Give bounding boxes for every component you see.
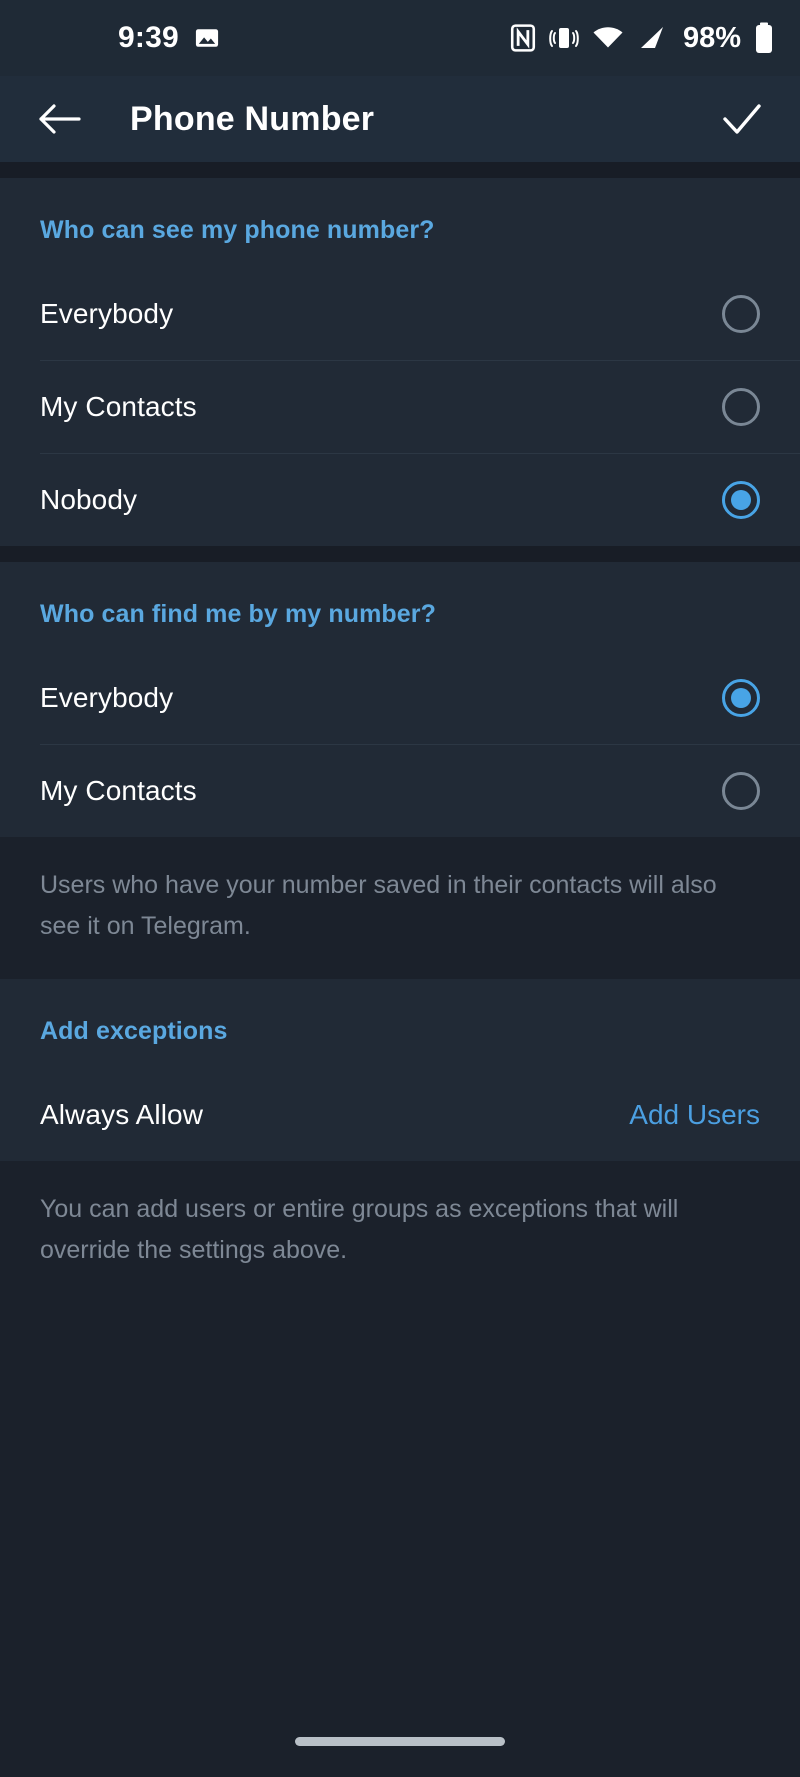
- checkmark-icon: [720, 101, 764, 137]
- cellular-signal-icon: [637, 24, 667, 52]
- footer-note-add-exceptions: You can add users or entire groups as ex…: [0, 1161, 800, 1303]
- section-gap-top: [0, 162, 800, 178]
- status-bar-right: 98%: [510, 22, 774, 55]
- footer-note-find-by-number: Users who have your number saved in thei…: [0, 837, 800, 979]
- radio-button-selected[interactable]: [722, 480, 760, 519]
- radio-button-unselected[interactable]: [722, 771, 760, 810]
- option-label: My Contacts: [40, 390, 197, 422]
- option-label: My Contacts: [40, 774, 197, 806]
- empty-space: [0, 1303, 800, 1705]
- back-button[interactable]: [30, 90, 88, 148]
- settings-content: Who can see my phone number? Everybody M…: [0, 162, 800, 1705]
- option-row-see-everybody[interactable]: Everybody: [0, 267, 800, 360]
- radio-button-selected[interactable]: [722, 678, 760, 717]
- arrow-left-icon: [37, 101, 81, 137]
- page-title: Phone Number: [130, 99, 375, 138]
- home-gesture-pill[interactable]: [295, 1736, 505, 1746]
- photo-icon: [193, 24, 221, 52]
- section-find-by-number: Who can find me by my number? Everybody …: [0, 562, 800, 837]
- option-label: Everybody: [40, 681, 174, 713]
- wifi-icon: [592, 24, 624, 52]
- vibrate-icon: [549, 24, 579, 52]
- status-bar: 9:39 98%: [0, 0, 800, 76]
- status-bar-clock: 9:39: [118, 21, 179, 54]
- section-gap-1: [0, 546, 800, 562]
- always-allow-label: Always Allow: [40, 1098, 204, 1130]
- phone-screen: 9:39 98% Phone Number Who can see my pho…: [0, 0, 800, 1777]
- option-label: Everybody: [40, 297, 174, 329]
- nfc-icon: [510, 24, 536, 52]
- option-row-see-nobody[interactable]: Nobody: [0, 453, 800, 546]
- option-row-find-my-contacts[interactable]: My Contacts: [0, 744, 800, 837]
- status-bar-left: 9:39: [118, 21, 221, 55]
- option-row-find-everybody[interactable]: Everybody: [0, 651, 800, 744]
- app-toolbar: Phone Number: [0, 76, 800, 162]
- section-header-add-exceptions: Add exceptions: [40, 1017, 228, 1045]
- option-row-see-my-contacts[interactable]: My Contacts: [0, 360, 800, 453]
- battery-icon: [754, 22, 774, 54]
- system-navigation-bar: [0, 1705, 800, 1777]
- section-header-see-phone-number: Who can see my phone number?: [40, 216, 435, 244]
- battery-percent-label: 98%: [682, 21, 741, 54]
- row-always-allow[interactable]: Always Allow Add Users: [0, 1068, 800, 1161]
- section-add-exceptions: Add exceptions Always Allow Add Users: [0, 979, 800, 1161]
- option-label: Nobody: [40, 483, 138, 515]
- done-button[interactable]: [714, 91, 770, 147]
- section-see-phone-number: Who can see my phone number? Everybody M…: [0, 178, 800, 546]
- radio-button-unselected[interactable]: [722, 387, 760, 426]
- radio-button-unselected[interactable]: [722, 294, 760, 333]
- add-users-button[interactable]: Add Users: [629, 1099, 760, 1131]
- section-header-find-by-number: Who can find me by my number?: [40, 600, 436, 628]
